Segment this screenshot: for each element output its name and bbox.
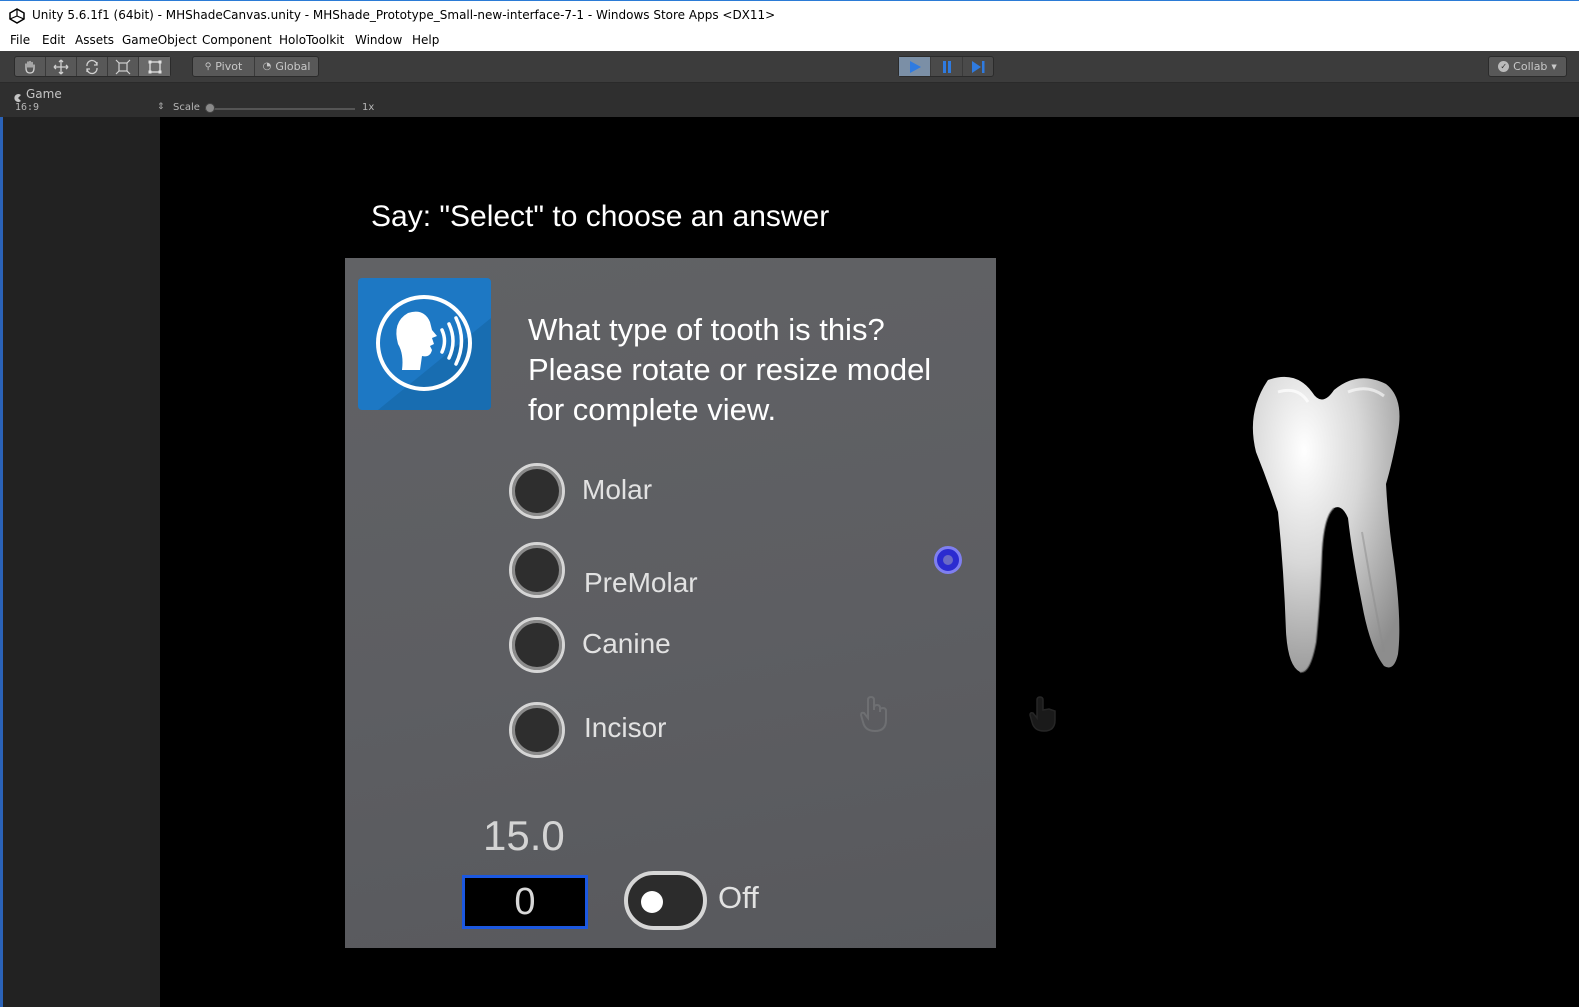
collab-button[interactable]: ✓ Collab ▼ xyxy=(1488,56,1567,77)
menu-file[interactable]: File xyxy=(10,33,30,47)
global-button[interactable]: ◔ Global xyxy=(255,57,318,76)
window-title-bar: Unity 5.6.1f1 (64bit) - MHShadeCanvas.un… xyxy=(0,0,1579,30)
aspect-ratio-dropdown[interactable]: 16:9 xyxy=(15,102,39,113)
gaze-cursor-center xyxy=(943,555,953,565)
pivot-icon: ⚲ xyxy=(204,61,212,72)
question-text: What type of tooth is this? Please rotat… xyxy=(528,310,931,430)
unity-logo-icon xyxy=(9,8,25,24)
rect-tool-icon[interactable] xyxy=(139,57,170,76)
menu-holotoolkit[interactable]: HoloToolkit xyxy=(279,33,344,47)
scale-label: Scale xyxy=(173,102,200,113)
hand-cursor-icon xyxy=(859,695,887,733)
radio-canine[interactable] xyxy=(509,617,565,673)
viewport-letterbox xyxy=(3,117,160,1007)
collab-label: Collab xyxy=(1513,60,1548,73)
option-label-premolar[interactable]: PreMolar xyxy=(584,567,698,599)
pivot-label: Pivot xyxy=(215,60,243,73)
global-icon: ◔ xyxy=(262,61,272,72)
voice-instruction: Say: "Select" to choose an answer xyxy=(371,200,830,233)
pivot-button[interactable]: ⚲ Pivot xyxy=(193,57,255,76)
global-label: Global xyxy=(275,60,311,73)
toolbar: ⚲ Pivot ◔ Global ✓ Collab ▼ xyxy=(0,51,1579,83)
question-line-3: for complete view. xyxy=(528,392,777,427)
menu-bar: File Edit Assets GameObject Component Ho… xyxy=(0,30,1579,51)
game-tab-label[interactable]: Game xyxy=(26,87,62,101)
hand-pointer-icon xyxy=(1029,696,1056,732)
menu-gameobject[interactable]: GameObject xyxy=(122,33,197,47)
option-label-canine[interactable]: Canine xyxy=(582,628,671,660)
pivot-global-group: ⚲ Pivot ◔ Global xyxy=(192,56,319,77)
radio-molar[interactable] xyxy=(509,463,565,519)
check-icon: ✓ xyxy=(1498,61,1510,72)
game-view-header: Game 16:9 ⇕ Scale 1x xyxy=(0,83,1579,117)
radio-premolar[interactable] xyxy=(509,542,565,598)
speech-icon xyxy=(358,278,491,410)
play-icon xyxy=(909,60,921,73)
option-label-incisor[interactable]: Incisor xyxy=(584,712,666,744)
transform-tools xyxy=(14,56,171,77)
menu-component[interactable]: Component xyxy=(202,33,272,47)
rotate-tool-icon[interactable] xyxy=(77,57,108,76)
dropdown-arrow-icon: ▼ xyxy=(1551,62,1557,71)
question-line-2: Please rotate or resize model xyxy=(528,352,932,387)
toggle-label: Off xyxy=(718,880,759,915)
menu-edit[interactable]: Edit xyxy=(42,33,65,47)
collab-button-inner[interactable]: ✓ Collab ▼ xyxy=(1489,57,1566,76)
scale-arrow-icon: ⇕ xyxy=(157,102,165,112)
play-button[interactable] xyxy=(899,57,931,76)
menu-window[interactable]: Window xyxy=(355,33,402,47)
scale-value: 1x xyxy=(362,102,375,113)
window-title: Unity 5.6.1f1 (64bit) - MHShadeCanvas.un… xyxy=(32,8,776,22)
tooth-model[interactable] xyxy=(1238,372,1410,680)
game-controller-icon xyxy=(13,88,23,102)
value-display: 15.0 xyxy=(483,812,565,859)
playback-controls xyxy=(898,56,994,77)
scale-tool-icon[interactable] xyxy=(108,57,139,76)
toggle-knob[interactable] xyxy=(641,891,663,913)
menu-assets[interactable]: Assets xyxy=(75,33,114,47)
number-input-field[interactable]: 0 xyxy=(462,875,588,929)
hand-tool-icon[interactable] xyxy=(15,57,46,76)
pause-button[interactable] xyxy=(931,57,963,76)
move-tool-icon[interactable] xyxy=(46,57,77,76)
pause-icon xyxy=(942,60,951,73)
step-button[interactable] xyxy=(963,57,993,76)
menu-help[interactable]: Help xyxy=(412,33,439,47)
scale-slider-track[interactable] xyxy=(205,108,355,110)
scale-slider-handle[interactable] xyxy=(205,103,215,113)
radio-incisor[interactable] xyxy=(509,702,565,758)
step-icon xyxy=(972,60,985,73)
question-line-1: What type of tooth is this? xyxy=(528,312,885,347)
toggle-switch[interactable] xyxy=(624,871,707,930)
option-label-molar[interactable]: Molar xyxy=(582,474,652,506)
